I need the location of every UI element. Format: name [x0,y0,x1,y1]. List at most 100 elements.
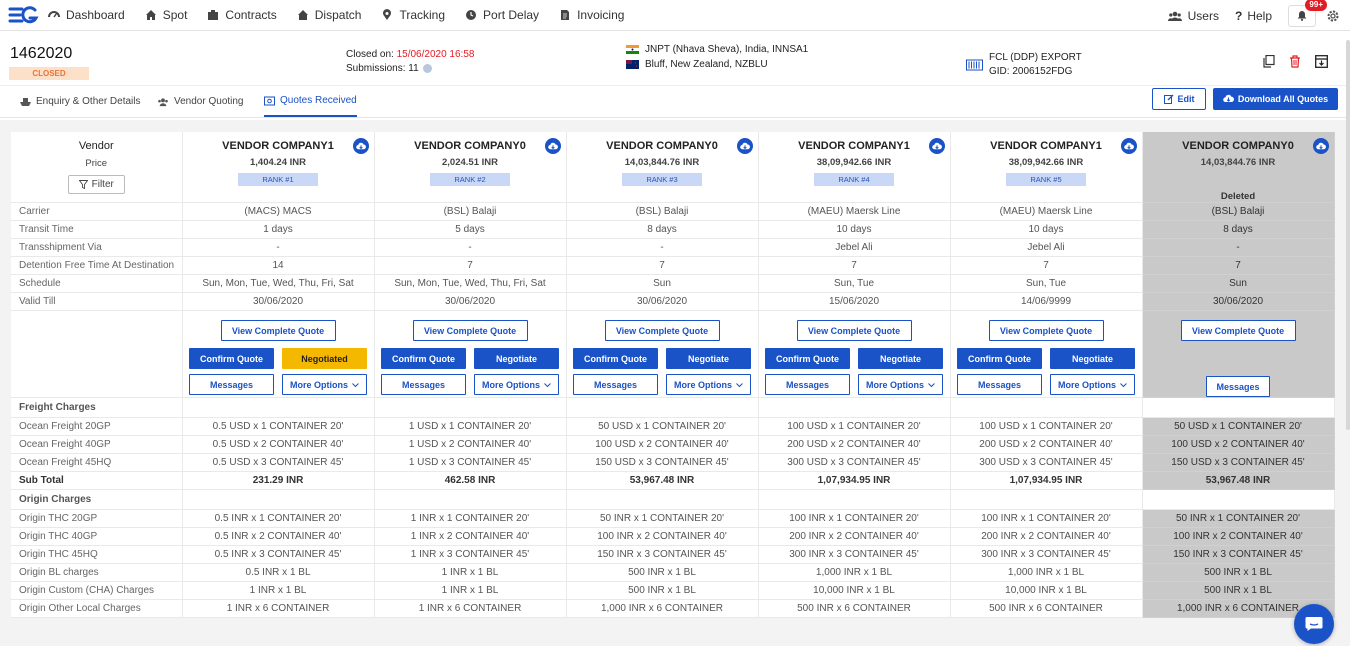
table-cell: 0.5 INR x 1 CONTAINER 20' [182,509,375,528]
nav-dashboard[interactable]: Dashboard [48,8,125,22]
view-complete-quote-button[interactable]: View Complete Quote [796,320,912,341]
nav-users[interactable]: Users [1167,8,1219,23]
download-quote-button[interactable] [544,138,561,154]
table-cell: 200 USD x 2 CONTAINER 40' [758,435,951,454]
confirm-quote-button[interactable]: Confirm Quote [957,348,1042,369]
tab-vendor-quoting[interactable]: Vendor Quoting [157,86,244,117]
view-complete-quote-button[interactable]: View Complete Quote [988,320,1104,341]
table-cell: 1 INR x 2 CONTAINER 40' [374,527,567,546]
messages-button[interactable]: Messages [189,374,274,395]
clock-icon [466,10,477,20]
copy-icon[interactable] [1263,55,1275,68]
row-label: Schedule [11,274,183,293]
filter-label: Filter [91,179,114,190]
filter-button[interactable]: Filter [67,175,125,194]
users-label: Users [1187,8,1219,23]
notifications-button[interactable]: 99+ [1288,0,1327,27]
nav-port-delay[interactable]: Port Delay [465,8,539,22]
section-cell [566,397,759,418]
confirm-quote-button[interactable]: Confirm Quote [765,348,850,369]
messages-button[interactable]: Messages [1206,376,1270,397]
section-header-row: Origin Charges [11,489,1335,510]
table-cell: 300 USD x 3 CONTAINER 45' [950,453,1143,472]
vendor-price: 2,024.51 INR [442,157,498,168]
confirm-quote-button[interactable]: Confirm Quote [189,348,274,369]
subtotal-cell: 462.58 INR [374,471,567,490]
scrollbar[interactable] [1346,40,1350,430]
more-options-button[interactable]: More Options [1050,374,1135,395]
table-cell: Sun, Mon, Tue, Wed, Thu, Fri, Sat [374,274,567,293]
action-row: View Complete Quote [1143,320,1334,341]
confirm-quote-button[interactable]: Confirm Quote [573,348,658,369]
view-complete-quote-button[interactable]: View Complete Quote [412,320,528,341]
info-icon[interactable] [422,64,432,73]
row-label: Detention Free Time At Destination [11,256,183,275]
table-cell: 150 USD x 3 CONTAINER 45' [566,453,759,472]
cloud-download-icon [931,142,942,149]
action-row: View Complete Quote [951,320,1142,341]
view-complete-quote-button[interactable]: View Complete Quote [1180,320,1296,341]
messages-button[interactable]: Messages [957,374,1042,395]
download-quote-button[interactable] [352,138,369,154]
container-icon [966,59,983,71]
edit-button[interactable]: Edit [1152,88,1206,110]
download-quote-button[interactable] [1312,138,1329,154]
messages-button[interactable]: Messages [765,374,850,395]
cloud-download-icon [739,142,750,149]
nav-right: Users ? Help 99+ [1167,0,1350,31]
nav-spot[interactable]: Spot [145,8,187,22]
delete-icon[interactable] [1289,55,1301,68]
section-cell [950,397,1143,418]
negotiated-button[interactable]: Negotiated [282,348,367,369]
more-options-button[interactable]: More Options [282,374,367,395]
gear-icon[interactable] [1326,9,1340,23]
vendor-name: VENDOR COMPANY0 [1182,140,1294,152]
download-quote-button[interactable] [736,138,753,154]
action-row: Confirm Quote Negotiate [567,348,758,369]
more-options-button[interactable]: More Options [474,374,559,395]
action-row: Messages More Options [567,374,758,395]
more-options-button[interactable]: More Options [858,374,943,395]
download-quote-button[interactable] [1120,138,1137,154]
confirm-quote-button[interactable]: Confirm Quote [381,348,466,369]
messages-button[interactable]: Messages [381,374,466,395]
negotiate-button[interactable]: Negotiate [1050,348,1135,369]
row-label: Carrier [11,202,183,221]
table-cell: 300 INR x 3 CONTAINER 45' [950,545,1143,564]
tab-bar: Enquiry & Other Details Vendor Quoting Q… [0,86,1350,118]
home-icon [145,10,156,20]
nav-invoicing[interactable]: Invoicing [559,8,624,22]
cloud-download-icon [1315,142,1326,149]
table-row: Ocean Freight 20GP 0.5 USD x 1 CONTAINER … [11,417,1335,436]
download-all-quotes-button[interactable]: Download All Quotes [1213,88,1338,110]
negotiate-button[interactable]: Negotiate [666,348,751,369]
tab-quotes-received[interactable]: Quotes Received [264,86,357,117]
nav-help[interactable]: ? Help [1235,9,1272,23]
table-cell: - [374,238,567,257]
chat-button[interactable] [1294,604,1334,644]
price-label: Price [85,158,108,169]
quotes-comparison-table: Vendor Price Filter VENDOR COMPANY1 1,404… [11,132,1335,618]
app-logo[interactable] [7,5,39,25]
messages-button[interactable]: Messages [573,374,658,395]
negotiate-button[interactable]: Negotiate [474,348,559,369]
top-nav: Dashboard Spot Contracts Dispatch Tracki… [0,0,1350,31]
nav-label: Tracking [399,8,446,22]
more-options-button[interactable]: More Options [666,374,751,395]
row-label: Origin THC 45HQ [11,545,183,564]
nav-dispatch[interactable]: Dispatch [297,8,361,22]
table-cell: 200 USD x 2 CONTAINER 40' [950,435,1143,454]
action-row: Confirm Quote Negotiate [759,348,950,369]
view-complete-quote-button[interactable]: View Complete Quote [604,320,720,341]
nav-contracts[interactable]: Contracts [207,8,277,22]
view-complete-quote-button[interactable]: View Complete Quote [220,320,336,341]
download-quote-button[interactable] [928,138,945,154]
negotiate-button[interactable]: Negotiate [858,348,943,369]
tab-enquiry-details[interactable]: Enquiry & Other Details [20,86,141,117]
section-cell [950,489,1143,510]
actions-label-cell [11,310,183,398]
vendor-header-cell: VENDOR COMPANY0 14,03,844.76 INR RANK #3 [566,132,759,203]
actions-cell: View Complete Quote Confirm Quote Negotiat… [950,310,1143,398]
archive-icon[interactable] [1315,55,1328,68]
nav-tracking[interactable]: Tracking [381,8,445,22]
